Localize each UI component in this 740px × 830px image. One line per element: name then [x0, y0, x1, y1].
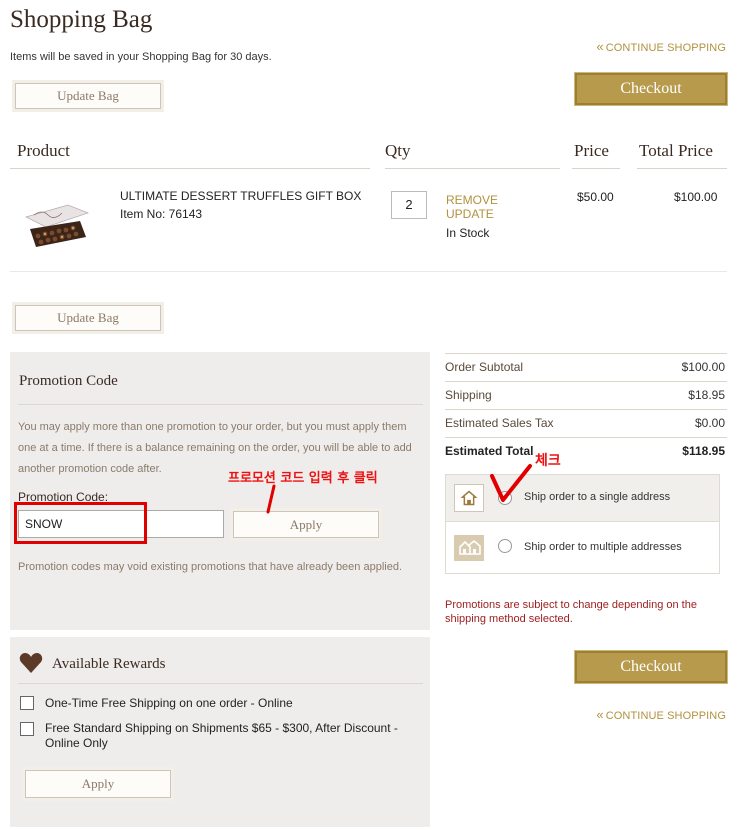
rewards-apply-button[interactable]: Apply — [25, 770, 171, 798]
summary-label: Shipping — [445, 388, 492, 402]
ship-single-label: Ship order to a single address — [524, 491, 671, 503]
summary-subtotal-row: Order Subtotal $100.00 — [445, 353, 727, 381]
promotion-title: Promotion Code — [19, 373, 118, 389]
product-image[interactable] — [22, 203, 92, 249]
update-link[interactable]: UPDATE — [446, 207, 494, 221]
continue-shopping-label: CONTINUE SHOPPING — [605, 710, 726, 722]
rewards-title: Available Rewards — [52, 656, 166, 672]
ship-multiple-radio[interactable] — [498, 539, 512, 553]
summary-shipping-row: Shipping $18.95 — [445, 381, 727, 409]
double-chevron-left-icon: « — [596, 39, 604, 54]
continue-shopping-link-bottom[interactable]: «CONTINUE SHOPPING — [596, 707, 726, 722]
double-chevron-left-icon: « — [596, 707, 604, 722]
row-divider — [10, 271, 727, 272]
summary-tax-row: Estimated Sales Tax $0.00 — [445, 409, 727, 437]
summary-value: $18.95 — [688, 388, 725, 402]
annotation-tick-mark — [266, 484, 276, 514]
summary-value: $100.00 — [681, 360, 725, 374]
promotion-note: Promotion codes may void existing promot… — [18, 561, 403, 573]
remove-link[interactable]: REMOVE — [446, 193, 498, 207]
header-total-price: Total Price — [639, 141, 713, 160]
promotion-divider — [18, 404, 423, 405]
stock-status: In Stock — [446, 226, 490, 240]
ship-multiple-label: Ship order to multiple addresses — [524, 541, 682, 553]
save-note: Items will be saved in your Shopping Bag… — [10, 51, 272, 63]
line-total-price: $100.00 — [674, 190, 718, 204]
house-icon — [454, 484, 484, 512]
checkout-button-bottom[interactable]: Checkout — [574, 650, 728, 684]
reward-checkbox[interactable] — [20, 722, 34, 736]
unit-price: $50.00 — [577, 190, 614, 204]
continue-shopping-label: CONTINUE SHOPPING — [605, 42, 726, 54]
houses-icon — [454, 535, 484, 561]
heart-icon — [19, 653, 43, 673]
reward-label: Free Standard Shipping on Shipments $65 … — [45, 721, 398, 750]
rewards-divider — [18, 683, 423, 684]
summary-label: Order Subtotal — [445, 360, 524, 374]
annotation-check-label: 체크 — [535, 453, 561, 469]
header-qty: Qty — [385, 141, 411, 160]
reward-checkbox[interactable] — [20, 696, 34, 710]
quantity-input[interactable]: 2 — [391, 191, 427, 219]
header-divider — [10, 168, 370, 169]
update-bag-button-top[interactable]: Update Bag — [15, 83, 161, 109]
summary-label: Estimated Sales Tax — [445, 416, 554, 430]
promotion-apply-button[interactable]: Apply — [233, 511, 379, 538]
summary-value: $118.95 — [682, 444, 725, 458]
annotation-highlight-box — [14, 502, 147, 544]
annotation-promo-instruction: 프로모션 코드 입력 후 클릭 — [228, 471, 378, 486]
summary-label: Estimated Total — [445, 444, 534, 458]
update-bag-button-bottom[interactable]: Update Bag — [15, 305, 161, 331]
header-product: Product — [17, 141, 70, 160]
summary-value: $0.00 — [694, 416, 725, 430]
promotion-notice: Promotions are subject to change dependi… — [445, 599, 697, 625]
product-name[interactable]: ULTIMATE DESSERT TRUFFLES GIFT BOX — [120, 189, 361, 203]
continue-shopping-link-top[interactable]: «CONTINUE SHOPPING — [596, 39, 726, 54]
header-divider — [572, 168, 620, 169]
reward-label: One-Time Free Shipping on one order - On… — [45, 696, 293, 710]
header-divider — [637, 168, 727, 169]
checkout-button-top[interactable]: Checkout — [574, 72, 728, 106]
header-divider — [385, 168, 560, 169]
product-item-number: Item No: 76143 — [120, 207, 203, 221]
header-price: Price — [574, 141, 609, 160]
page-title: Shopping Bag — [10, 6, 153, 33]
annotation-checkmark-icon — [490, 464, 532, 502]
